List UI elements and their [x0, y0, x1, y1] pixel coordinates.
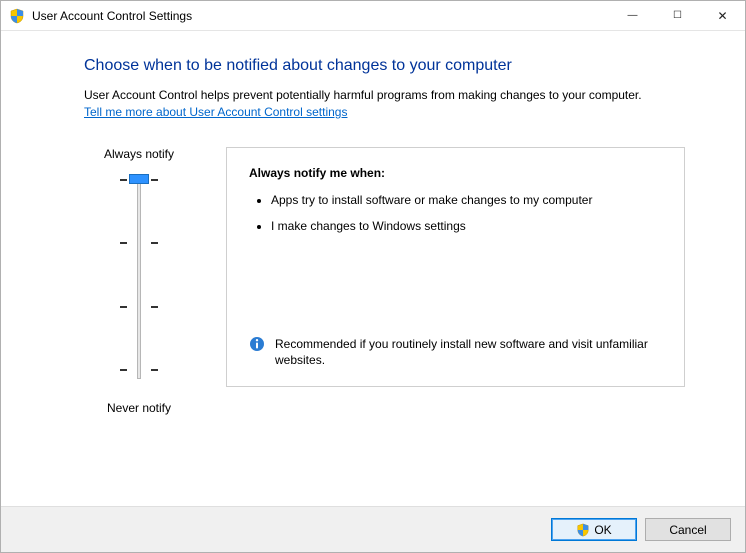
slider-tick: [116, 242, 162, 244]
window-controls: — ☐ ✕: [610, 1, 745, 30]
window-title: User Account Control Settings: [32, 9, 610, 23]
slider-top-label: Always notify: [104, 147, 174, 161]
footer-bar: OK Cancel: [1, 506, 745, 552]
recommendation-text: Recommended if you routinely install new…: [275, 336, 662, 368]
shield-icon: [9, 8, 25, 24]
cancel-button-label: Cancel: [669, 523, 706, 537]
slider-column: Always notify Never notify: [84, 147, 194, 423]
content-area: Choose when to be notified about changes…: [1, 31, 745, 506]
page-subtext: User Account Control helps prevent poten…: [84, 87, 685, 103]
slider-thumb[interactable]: [129, 174, 149, 184]
maximize-button[interactable]: ☐: [655, 1, 700, 30]
description-panel: Always notify me when: Apps try to insta…: [226, 147, 685, 387]
slider-tick: [116, 369, 162, 371]
window-frame: User Account Control Settings — ☐ ✕ Choo…: [0, 0, 746, 553]
panel-title: Always notify me when:: [249, 166, 662, 180]
main-row: Always notify Never notify Always notify…: [84, 147, 685, 423]
panel-bullet: I make changes to Windows settings: [271, 218, 662, 234]
panel-bullet-list: Apps try to install software or make cha…: [249, 192, 662, 234]
slider-track: [137, 179, 141, 379]
minimize-button[interactable]: —: [610, 1, 655, 30]
learn-more-link[interactable]: Tell me more about User Account Control …: [84, 105, 347, 119]
titlebar[interactable]: User Account Control Settings — ☐ ✕: [1, 1, 745, 31]
notification-slider[interactable]: [116, 169, 162, 389]
slider-tick: [116, 306, 162, 308]
page-heading: Choose when to be notified about changes…: [84, 57, 685, 75]
panel-bullet: Apps try to install software or make cha…: [271, 192, 662, 208]
cancel-button[interactable]: Cancel: [645, 518, 731, 541]
ok-button-label: OK: [594, 523, 611, 537]
ok-button[interactable]: OK: [551, 518, 637, 541]
recommendation-row: Recommended if you routinely install new…: [249, 336, 662, 368]
slider-bottom-label: Never notify: [107, 401, 171, 415]
info-icon: [249, 336, 265, 352]
shield-icon: [576, 523, 590, 537]
close-button[interactable]: ✕: [700, 1, 745, 30]
